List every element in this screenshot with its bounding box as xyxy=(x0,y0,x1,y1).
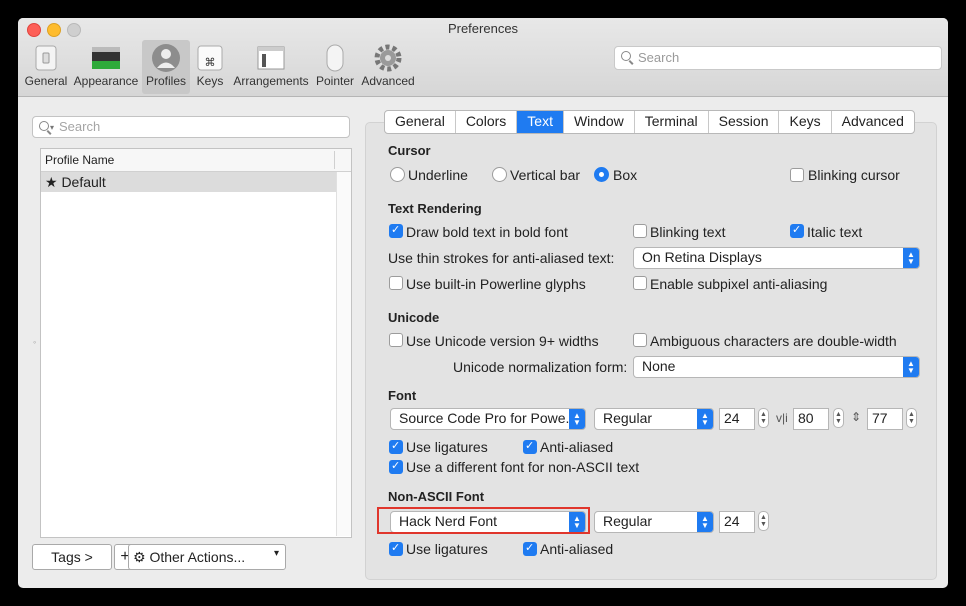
tab-general[interactable]: General xyxy=(385,111,456,133)
ambiguous-width-checkbox[interactable] xyxy=(633,333,647,347)
tab-window[interactable]: Window xyxy=(564,111,635,133)
non-ascii-anti-aliased-checkbox[interactable] xyxy=(523,541,537,556)
cursor-underline-radio[interactable] xyxy=(390,167,405,182)
toolbar-appearance[interactable]: Appearance xyxy=(72,40,140,94)
bold-font-checkbox[interactable] xyxy=(389,223,403,238)
vertical-spacing-input[interactable]: 77 xyxy=(867,408,903,430)
tab-session[interactable]: Session xyxy=(709,111,780,133)
italic-text-checkbox[interactable] xyxy=(790,223,804,238)
anti-aliased-checkbox[interactable] xyxy=(523,439,537,454)
tab-colors[interactable]: Colors xyxy=(456,111,518,133)
blinking-cursor-checkbox[interactable] xyxy=(790,168,804,182)
split-handle[interactable]: ◦ xyxy=(33,337,36,347)
vertical-spacing-stepper[interactable]: ▲ ▼ xyxy=(906,408,917,428)
normalization-label: Unicode normalization form: xyxy=(453,359,628,375)
advanced-gear-icon xyxy=(374,44,402,72)
chevron-down-icon: ▾ xyxy=(50,123,55,132)
chevron-updown-icon: ▲ ▼ xyxy=(697,409,713,429)
pointer-mouse-icon xyxy=(326,44,344,72)
cursor-vertical-bar-radio[interactable] xyxy=(492,167,507,182)
toolbar-keys[interactable]: ⌘ Keys xyxy=(192,40,228,94)
font-style-select[interactable]: Regular ▲ ▼ xyxy=(594,408,714,430)
cursor-box-radio[interactable] xyxy=(594,167,609,182)
tab-terminal[interactable]: Terminal xyxy=(635,111,709,133)
toolbar-pointer[interactable]: Pointer xyxy=(314,40,356,94)
search-icon xyxy=(39,121,49,131)
chevron-updown-icon: ▲ ▼ xyxy=(903,357,919,377)
toolbar-profiles[interactable]: Profiles xyxy=(142,40,190,94)
tab-text[interactable]: Text xyxy=(517,111,564,133)
tags-button[interactable]: Tags > xyxy=(32,544,112,570)
horizontal-spacing-input[interactable]: 80 xyxy=(793,408,829,430)
search-icon xyxy=(621,51,631,61)
thin-strokes-select[interactable]: On Retina Displays ▲ ▼ xyxy=(633,247,920,269)
normalization-select[interactable]: None ▲ ▼ xyxy=(633,356,920,378)
toolbar-search-input[interactable]: Search xyxy=(614,46,942,70)
thin-strokes-label: Use thin strokes for anti-aliased text: xyxy=(388,250,615,266)
vertical-spacing-icon: ⇕ xyxy=(851,410,862,424)
svg-text:⌘: ⌘ xyxy=(205,56,216,69)
non-ascii-font-heading: Non-ASCII Font xyxy=(388,489,485,504)
ligatures-checkbox[interactable] xyxy=(389,439,403,454)
chevron-updown-icon: ▲ ▼ xyxy=(697,512,713,532)
profile-search-input[interactable]: ▾ Search xyxy=(32,116,350,138)
chevron-updown-icon: ▲ ▼ xyxy=(903,248,919,268)
other-actions-menu[interactable]: ⚙ Other Actions... ▾ xyxy=(128,544,286,570)
profile-list: Profile Name ★ Default xyxy=(40,148,352,538)
arrangements-window-icon xyxy=(257,46,285,70)
window-title: Preferences xyxy=(447,21,519,36)
chevron-down-icon: ▾ xyxy=(273,548,279,559)
non-ascii-font-size-input[interactable]: 24 xyxy=(719,511,755,533)
unicode-heading: Unicode xyxy=(388,310,440,325)
non-ascii-font-checkbox[interactable] xyxy=(389,459,403,474)
highlight-box xyxy=(377,507,590,534)
profiles-person-icon xyxy=(152,44,180,72)
list-item[interactable]: ★ Default xyxy=(41,172,336,192)
toolbar-arrangements[interactable]: Arrangements xyxy=(232,40,310,94)
non-ascii-font-style-select[interactable]: Regular ▲ ▼ xyxy=(594,511,714,533)
tab-keys[interactable]: Keys xyxy=(779,111,832,133)
scrollbar[interactable] xyxy=(336,172,351,536)
general-switch-icon xyxy=(35,45,57,71)
horizontal-spacing-icon: v|i xyxy=(776,411,788,425)
keys-command-icon: ⌘ xyxy=(197,45,223,71)
tab-advanced[interactable]: Advanced xyxy=(832,111,914,133)
horizontal-spacing-stepper[interactable]: ▲ ▼ xyxy=(833,408,844,428)
non-ascii-font-size-stepper[interactable]: ▲ ▼ xyxy=(758,511,769,531)
profile-tabs: General Colors Text Window Terminal Sess… xyxy=(384,110,915,134)
subpixel-antialias-checkbox[interactable] xyxy=(633,276,647,290)
blinking-text-checkbox[interactable] xyxy=(633,224,647,238)
font-size-stepper[interactable]: ▲ ▼ xyxy=(758,408,769,428)
font-family-select[interactable]: Source Code Pro for Powe... ▲ ▼ xyxy=(390,408,586,430)
toolbar-general[interactable]: General xyxy=(24,40,68,94)
profile-list-header[interactable]: Profile Name xyxy=(41,149,351,172)
toolbar: Preferences General Appearance Profiles … xyxy=(18,18,948,97)
non-ascii-ligatures-checkbox[interactable] xyxy=(389,541,403,556)
toolbar-advanced[interactable]: Advanced xyxy=(360,40,416,94)
preferences-window: Preferences General Appearance Profiles … xyxy=(18,18,948,588)
cursor-heading: Cursor xyxy=(388,143,431,158)
text-rendering-heading: Text Rendering xyxy=(388,201,482,216)
unicode9-checkbox[interactable] xyxy=(389,333,403,347)
appearance-terminal-icon xyxy=(92,47,120,69)
font-size-input[interactable]: 24 xyxy=(719,408,755,430)
powerline-glyphs-checkbox[interactable] xyxy=(389,276,403,290)
font-heading: Font xyxy=(388,388,417,403)
chevron-updown-icon: ▲ ▼ xyxy=(569,409,585,429)
